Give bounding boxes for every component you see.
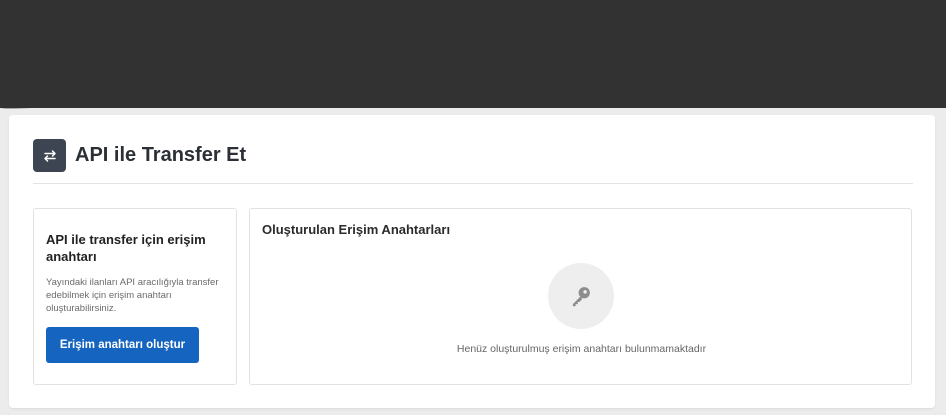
torn-edge-decoration <box>0 100 946 109</box>
top-dark-band <box>0 0 946 109</box>
page-title: API ile Transfer Et <box>75 144 247 166</box>
transfer-arrows-icon <box>33 139 66 172</box>
create-key-panel: API ile transfer için erişim anahtarı Ya… <box>33 208 237 385</box>
access-keys-panel: Oluşturulan Erişim Anahtarları Henüz olu… <box>249 208 912 385</box>
empty-state-message: Henüz oluşturulmuş erişim anahtarı bulun… <box>456 343 707 355</box>
header-divider <box>33 183 913 184</box>
access-keys-title: Oluşturulan Erişim Anahtarları <box>262 222 451 237</box>
create-access-key-button[interactable]: Erişim anahtarı oluştur <box>46 327 199 363</box>
card-header: API ile Transfer Et <box>33 139 246 172</box>
api-transfer-card: API ile Transfer Et API ile transfer içi… <box>9 115 935 408</box>
key-icon <box>548 263 614 329</box>
create-key-title: API ile transfer için erişim anahtarı <box>46 232 206 264</box>
create-key-description: Yayındaki ilanları API aracılığıyla tran… <box>46 277 219 314</box>
